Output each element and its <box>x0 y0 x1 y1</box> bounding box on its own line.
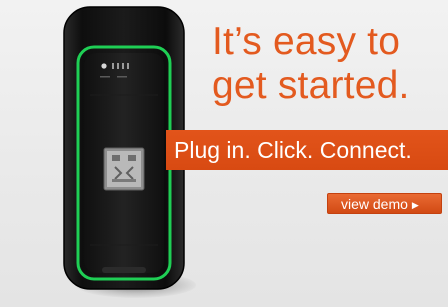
view-demo-label: view demo <box>341 196 408 212</box>
headline-line-2: get started. <box>212 64 410 107</box>
headline-line-1: It’s easy to <box>212 20 401 63</box>
headline: It’s easy to get started. <box>212 20 442 108</box>
view-demo-button[interactable]: view demo ▶ <box>327 193 442 214</box>
promo-banner-area: It’s easy to get started. Plug in. Click… <box>0 0 448 307</box>
usb-connector-icon <box>103 147 145 191</box>
tagline-banner: Plug in. Click. Connect. <box>166 130 448 170</box>
play-arrow-icon: ▶ <box>411 200 419 210</box>
tagline-text: Plug in. Click. Connect. <box>174 137 412 163</box>
